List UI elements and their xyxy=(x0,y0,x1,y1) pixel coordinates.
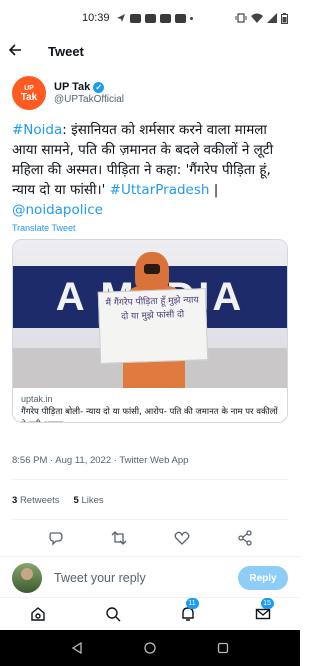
nav-messages[interactable]: 15 xyxy=(251,597,275,626)
youtube-icon xyxy=(159,13,171,23)
translate-tweet-link[interactable]: Translate Tweet xyxy=(12,223,76,233)
signal-icon xyxy=(267,13,277,23)
search-icon xyxy=(105,606,120,621)
home-icon xyxy=(30,606,45,621)
link-card[interactable]: A MEDIA मैं गैंगरेप पीड़िता हूँ मुझे न्य… xyxy=(12,239,288,423)
send-icon xyxy=(116,14,125,22)
user-avatar[interactable] xyxy=(12,563,42,593)
tweet-separator: | xyxy=(209,182,219,198)
reply-button[interactable] xyxy=(46,528,66,548)
author-name[interactable]: UP Tak xyxy=(54,81,90,93)
avatar-text-bottom: Tak xyxy=(20,92,38,103)
mention-noidapolice[interactable]: @noidapolice xyxy=(12,202,103,218)
tweet-author[interactable]: UP Tak UP Tak ✓ @UPTakOfficial xyxy=(12,76,124,110)
vibrate-icon xyxy=(235,13,247,23)
author-handle[interactable]: @UPTakOfficial xyxy=(54,94,124,105)
messages-badge: 15 xyxy=(260,597,274,609)
hashtag-noida[interactable]: #Noida xyxy=(12,122,62,138)
divider xyxy=(12,479,288,480)
top-bar: Tweet xyxy=(0,36,300,66)
reply-bar: Tweet your reply Reply xyxy=(0,560,300,596)
reply-input[interactable]: Tweet your reply xyxy=(54,571,238,585)
card-info[interactable]: uptak.in गैंगरेप पीड़िता बोली- न्याय दो … xyxy=(13,388,287,422)
like-button[interactable] xyxy=(172,528,192,548)
likes-count: 5 xyxy=(73,495,79,506)
retweet-icon xyxy=(111,531,126,545)
retweets-stat[interactable]: 3 Retweets xyxy=(12,495,60,506)
reply-submit-button[interactable]: Reply xyxy=(238,566,288,590)
square-recents-icon xyxy=(218,642,229,653)
likes-label: Likes xyxy=(81,495,104,506)
divider xyxy=(0,556,300,557)
bottom-nav: 11 15 xyxy=(0,597,300,629)
triangle-back-icon xyxy=(71,641,82,654)
status-time: 10:39 xyxy=(82,12,110,24)
youtube-icon xyxy=(174,13,186,23)
wifi-icon xyxy=(251,13,263,23)
card-image[interactable]: A MEDIA मैं गैंगरेप पीड़िता हूँ मुझे न्य… xyxy=(13,240,287,388)
card-domain: uptak.in xyxy=(21,394,53,404)
like-icon xyxy=(174,531,189,545)
battery-icon xyxy=(281,12,288,24)
tweet-stats: 3 Retweets 5 Likes xyxy=(12,495,104,506)
nav-notifications[interactable]: 11 xyxy=(176,597,200,626)
android-nav-bar xyxy=(0,630,300,666)
share-button[interactable] xyxy=(235,528,255,548)
verified-badge-icon: ✓ xyxy=(93,81,105,93)
android-home-button[interactable] xyxy=(144,639,156,658)
circle-home-icon xyxy=(144,641,156,654)
retweets-count: 3 xyxy=(12,495,18,506)
retweets-label: Retweets xyxy=(19,495,60,506)
retweet-button[interactable] xyxy=(109,528,129,548)
android-back-button[interactable] xyxy=(71,639,83,658)
tweet-timestamp: 8:56 PM · Aug 11, 2022 · Twitter Web App xyxy=(12,455,189,466)
square-icon xyxy=(129,13,141,23)
status-bar: 10:39 xyxy=(0,0,300,36)
android-recents-button[interactable] xyxy=(217,639,229,658)
divider xyxy=(12,519,288,520)
tweet-actions xyxy=(0,526,300,550)
reply-icon xyxy=(48,532,63,546)
status-left-icons xyxy=(116,13,193,23)
back-button[interactable] xyxy=(8,42,36,61)
author-name-row: UP Tak ✓ xyxy=(54,81,124,93)
notification-dot xyxy=(189,16,193,20)
page-title: Tweet xyxy=(48,43,84,59)
nav-search[interactable] xyxy=(101,602,125,626)
share-icon xyxy=(237,530,252,546)
arrow-left-icon xyxy=(8,43,21,56)
status-right-icons xyxy=(235,12,288,24)
notifications-badge: 11 xyxy=(185,597,199,609)
card-title: गैंगरेप पीड़िता बोली- न्याय दो या फांसी,… xyxy=(21,407,278,422)
youtube-icon xyxy=(144,13,156,23)
hashtag-uttarpradesh[interactable]: #UttarPradesh xyxy=(110,182,210,198)
tweet-text: #Noida: इंसानियत को शर्मसार करने वाला मा… xyxy=(12,120,292,220)
author-avatar[interactable]: UP Tak xyxy=(12,76,46,110)
likes-stat[interactable]: 5 Likes xyxy=(74,495,104,506)
nav-home[interactable] xyxy=(26,602,50,626)
author-names: UP Tak ✓ @UPTakOfficial xyxy=(54,81,124,105)
person-face xyxy=(144,264,160,274)
placard-text: मैं गैंगरेप पीड़िता हूँ मुझे न्याय दो या… xyxy=(97,288,209,364)
